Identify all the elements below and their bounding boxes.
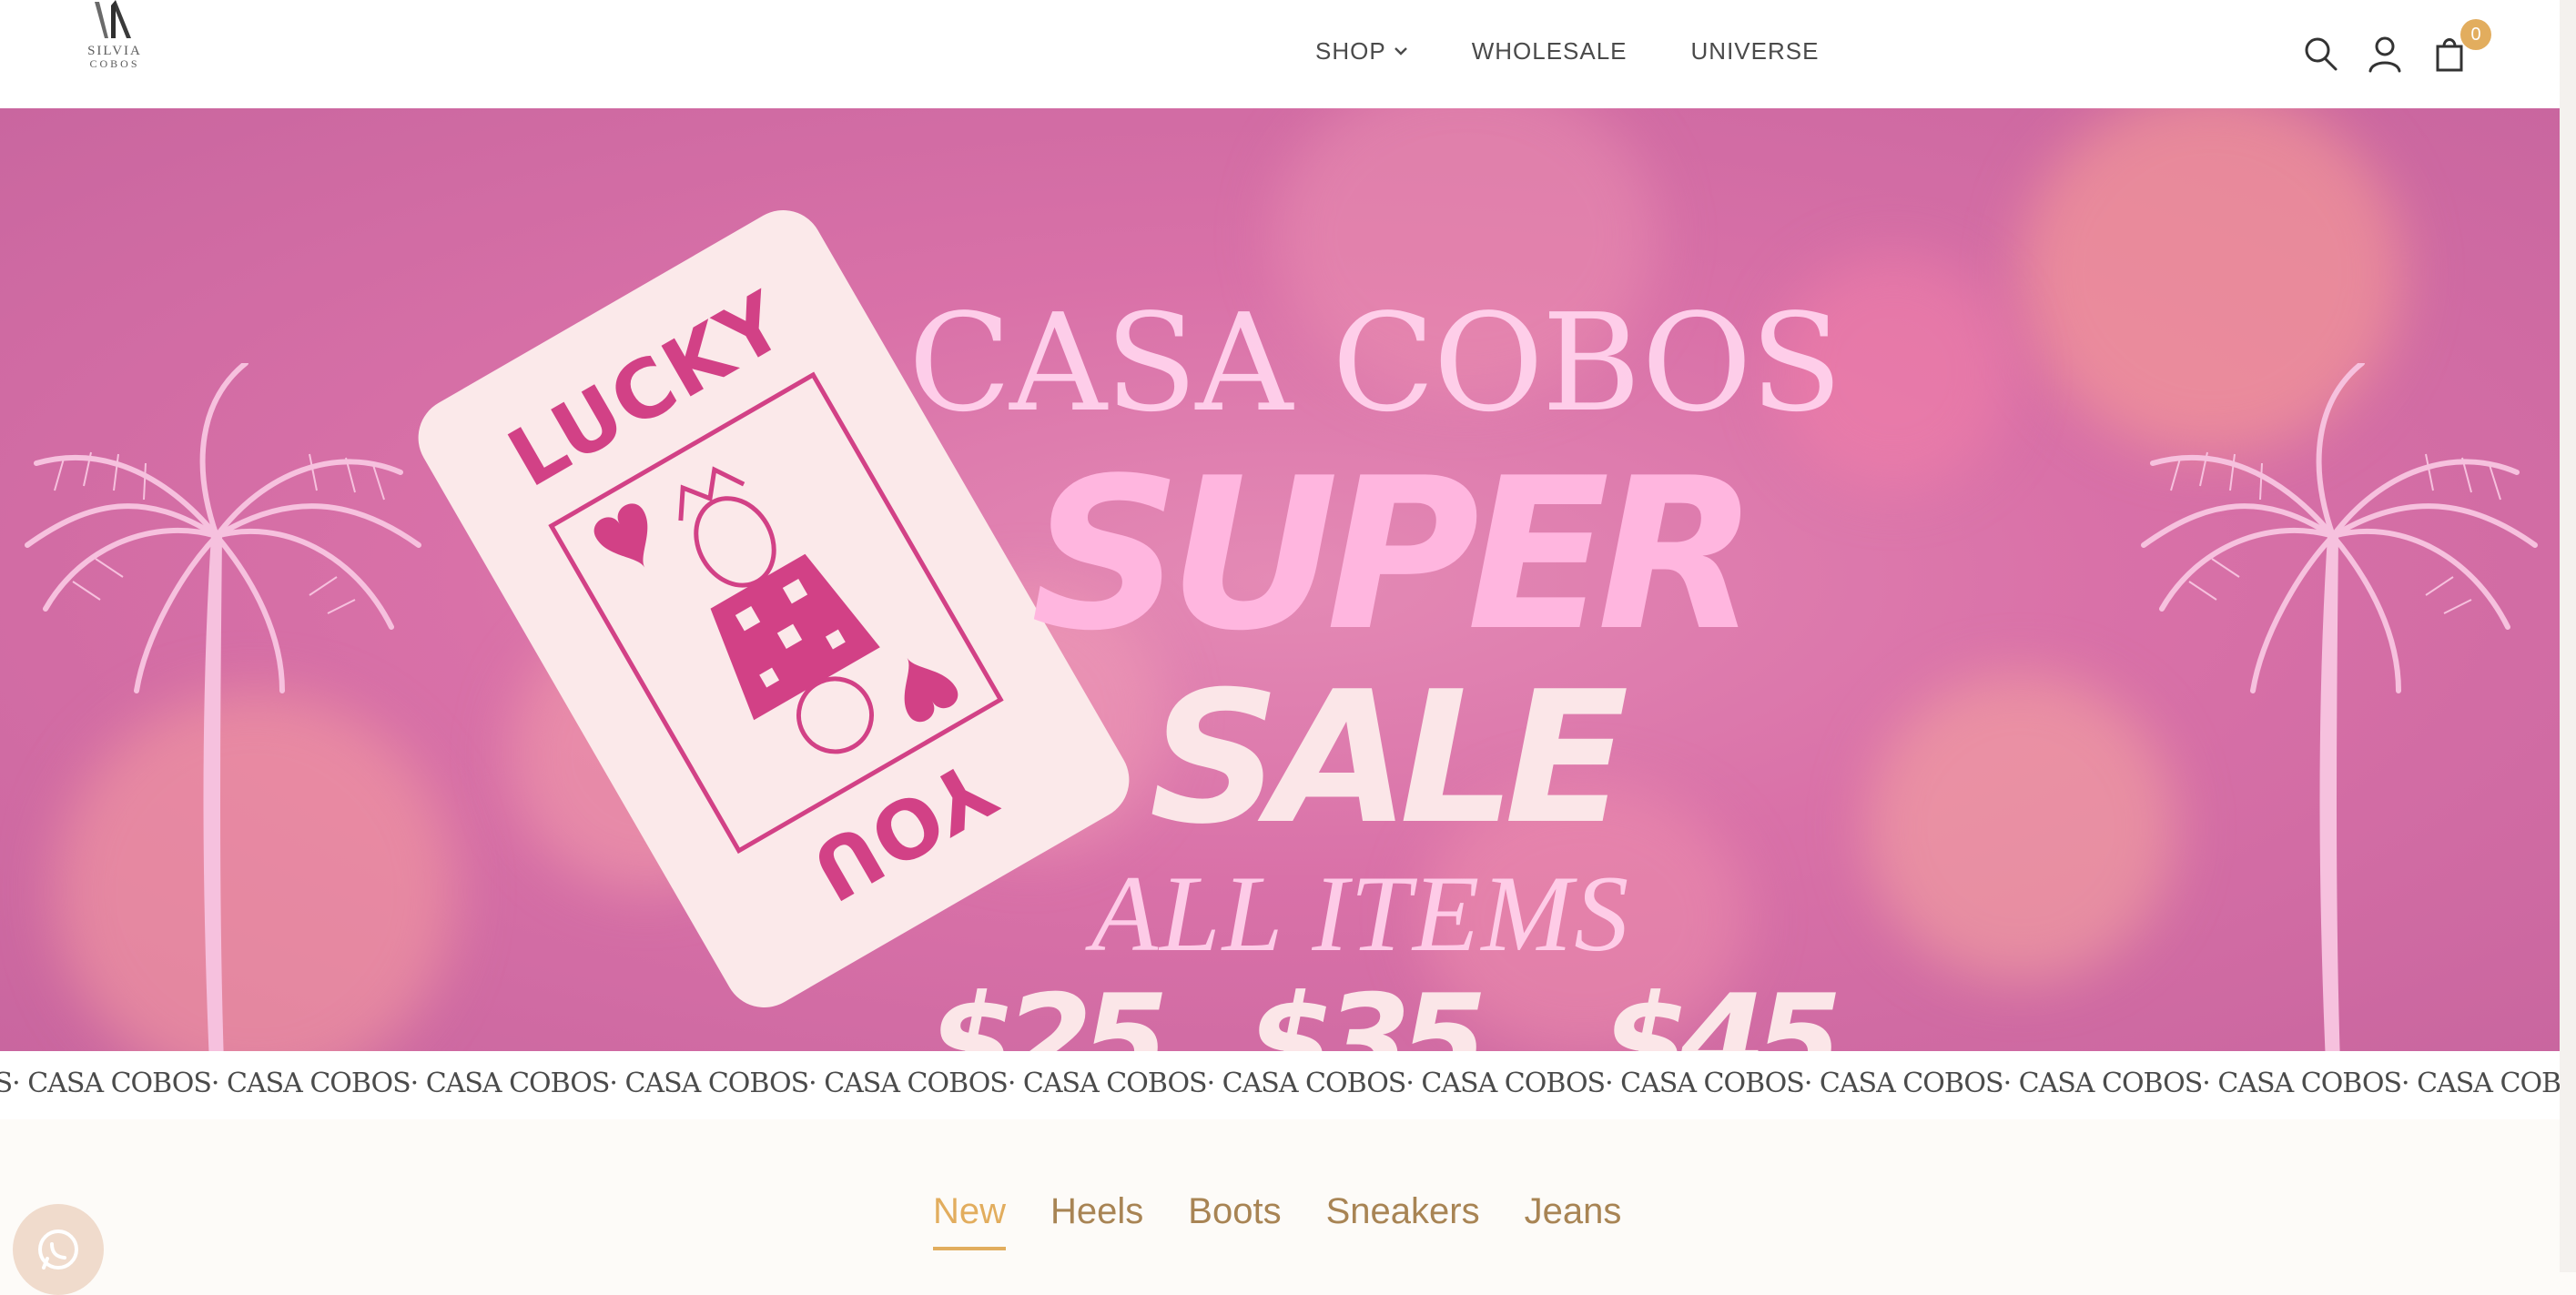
logo-mark-icon xyxy=(95,0,131,38)
nav-item-shop[interactable]: SHOP xyxy=(1315,37,1408,66)
whatsapp-chat-button[interactable] xyxy=(13,1204,104,1295)
logo-text-line2: COBOS xyxy=(89,57,140,70)
tab-jeans[interactable]: Jeans xyxy=(1525,1186,1622,1249)
nav-item-label: UNIVERSE xyxy=(1690,36,1820,65)
site-header: SILVIA COBOS SHOP WHOLESALE UNIVERSE 0 xyxy=(0,0,2576,108)
hero-banner[interactable]: LUCKY YOU CASA COBOS SUPER SALE ALL ITEM… xyxy=(0,108,2560,1051)
tab-boots[interactable]: Boots xyxy=(1188,1186,1281,1249)
price-tier-2: $35 xyxy=(1247,967,1487,1052)
page-scrollbar[interactable] xyxy=(2560,0,2576,1272)
tab-heels[interactable]: Heels xyxy=(1050,1186,1143,1249)
cart-count-badge: 0 xyxy=(2460,19,2491,50)
hero-subheadline: ALL ITEMS xyxy=(1090,853,1631,974)
brand-marquee: OS· CASA COBOS· CASA COBOS· CASA COBOS· … xyxy=(0,1051,2560,1119)
price-tier-1: $25 xyxy=(928,967,1169,1052)
nav-item-universe[interactable]: UNIVERSE xyxy=(1691,37,1820,66)
whatsapp-icon xyxy=(38,1229,78,1270)
nav-item-wholesale[interactable]: WHOLESALE xyxy=(1472,37,1628,66)
chevron-down-icon xyxy=(1394,47,1407,56)
search-icon[interactable] xyxy=(2302,35,2338,73)
hero-headline-sale: SALE xyxy=(1149,653,1629,865)
hero-headline-super: SUPER xyxy=(1030,434,1758,677)
brand-logo[interactable]: SILVIA COBOS xyxy=(80,0,149,73)
tab-new[interactable]: New xyxy=(933,1186,1007,1250)
category-tabs: New Heels Boots Sneakers Jeans xyxy=(933,1186,1622,1250)
palm-tree-right-illustration xyxy=(2141,363,2538,1051)
nav-item-label: WHOLESALE xyxy=(1471,36,1628,65)
user-icon[interactable] xyxy=(2367,35,2403,73)
main-nav: SHOP WHOLESALE UNIVERSE xyxy=(1315,35,1819,67)
price-tier-3: $45 xyxy=(1602,967,1842,1052)
marquee-text: OS· CASA COBOS· CASA COBOS· CASA COBOS· … xyxy=(0,1067,2560,1099)
nav-item-label: SHOP xyxy=(1315,36,1386,65)
hero-title: CASA COBOS xyxy=(908,285,1842,441)
tab-sneakers[interactable]: Sneakers xyxy=(1326,1186,1480,1249)
